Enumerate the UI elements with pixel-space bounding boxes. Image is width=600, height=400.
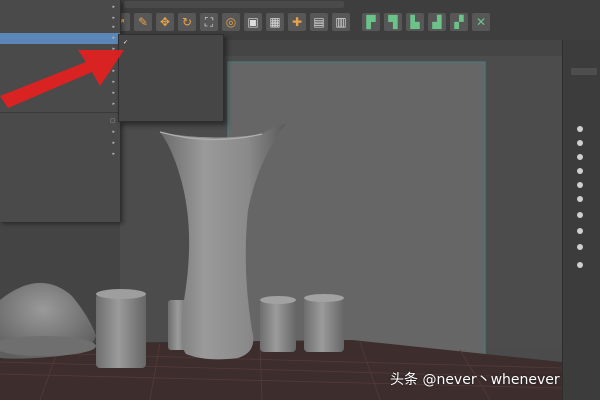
menu-item[interactable]: ▸ (0, 22, 120, 33)
attribute-toggle[interactable] (577, 262, 583, 268)
menu-separator (0, 112, 120, 113)
attribute-toggle[interactable] (577, 140, 583, 146)
attribute-toggle[interactable] (577, 168, 583, 174)
submenu-item[interactable] (119, 83, 223, 92)
cylinder-3-top (260, 296, 296, 304)
menu-item[interactable]: ▸ (0, 149, 120, 160)
main-dropdown-menu: ▸ ▸ ▸ ▸ ▸ ▸ ▸ ▸ ▸ ▸ □ ▸ ▸ ▸ (0, 0, 121, 222)
watermark: 头条 @never丶whenever (390, 372, 560, 388)
cylinder-4-top (304, 294, 344, 302)
attribute-toggle[interactable] (577, 196, 583, 202)
attribute-toggle[interactable] (577, 244, 583, 250)
attribute-toggle[interactable] (577, 154, 583, 160)
menu-item[interactable]: ▸ (0, 2, 120, 13)
submenu-item[interactable] (119, 56, 223, 65)
menu-item[interactable] (0, 193, 120, 204)
menu-item[interactable]: ▸ (0, 99, 120, 110)
attribute-toggle[interactable] (577, 126, 583, 132)
menu-item[interactable]: ▸ (0, 88, 120, 99)
attribute-toggle[interactable] (577, 228, 583, 234)
attribute-panel[interactable] (562, 40, 600, 400)
cylinder-1[interactable] (96, 294, 146, 368)
attribute-toggle[interactable] (577, 182, 583, 188)
menu-item[interactable] (0, 204, 120, 215)
menu-item[interactable] (0, 182, 120, 193)
menu-item[interactable]: □ (0, 116, 120, 127)
menu-item[interactable] (0, 171, 120, 182)
menu-item[interactable]: ▸ (0, 77, 120, 88)
menu-item[interactable]: ▸ (0, 138, 120, 149)
attribute-field[interactable] (571, 68, 597, 75)
submenu-item[interactable] (119, 92, 223, 101)
cylinder-4[interactable] (304, 298, 344, 352)
attribute-toggle[interactable] (577, 212, 583, 218)
submenu: ✓ (118, 34, 224, 122)
menu-item-highlighted[interactable]: ▸ (0, 33, 120, 44)
cylinder-3[interactable] (260, 300, 296, 352)
submenu-item[interactable] (119, 47, 223, 56)
submenu-item[interactable] (119, 101, 223, 110)
cylinder-1-top (96, 289, 146, 299)
submenu-item-checked[interactable]: ✓ (119, 38, 223, 47)
menu-item[interactable] (0, 160, 120, 171)
submenu-item[interactable] (119, 110, 223, 119)
menu-item[interactable]: ▸ (0, 55, 120, 66)
check-icon: ✓ (123, 39, 129, 46)
menu-item[interactable]: ▸ (0, 66, 120, 77)
menu-item[interactable]: ▸ (0, 44, 120, 55)
submenu-item[interactable] (119, 65, 223, 74)
menu-item[interactable]: ▸ (0, 127, 120, 138)
submenu-item[interactable] (119, 74, 223, 83)
